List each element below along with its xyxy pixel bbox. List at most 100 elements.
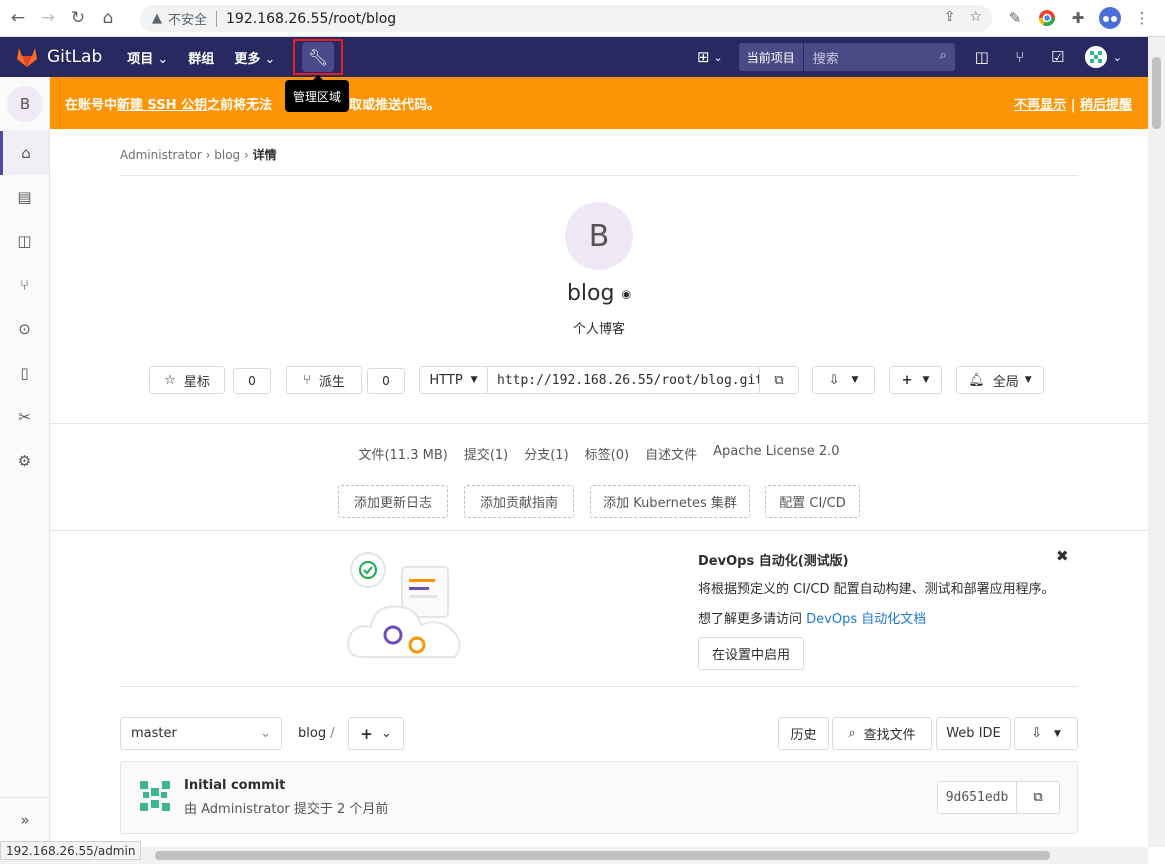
breadcrumb-project[interactable]: blog	[214, 148, 240, 162]
banner-text-prefix: 在账号中	[65, 97, 118, 113]
commit-sha[interactable]: 9d651edb	[937, 781, 1017, 814]
breadcrumb-chevron-icon: ›	[205, 148, 215, 162]
nav-projects[interactable]: 项目	[127, 48, 168, 67]
web-ide-button[interactable]: Web IDE	[936, 717, 1011, 750]
sidebar-snippets-icon[interactable]: ✂	[0, 395, 49, 439]
gitlab-logo[interactable]: GitLab	[15, 46, 102, 68]
sidebar-merge-requests-icon[interactable]: ⑂	[0, 263, 49, 307]
admin-area-tooltip: 管理区域	[285, 75, 350, 112]
back-icon[interactable]: ←	[6, 6, 30, 30]
stat-files[interactable]: 文件(11.3 MB)	[358, 444, 447, 463]
puzzle-icon[interactable]: ✚	[1067, 7, 1089, 29]
horizontal-scrollbar[interactable]	[0, 847, 1148, 864]
download-icon: ⇩	[828, 372, 840, 388]
nav-more[interactable]: 更多	[234, 48, 275, 67]
stat-branches[interactable]: 分支(1)	[524, 444, 568, 463]
fork-count[interactable]: 0	[367, 368, 405, 394]
sidebar-wiki-icon[interactable]: ▯	[0, 351, 49, 395]
wrench-icon[interactable]: 🔧︎	[302, 42, 334, 72]
todo-icon[interactable]: ☑	[1039, 48, 1077, 66]
setup-cicd-button[interactable]: 配置 CI/CD	[765, 485, 860, 518]
divider	[120, 686, 1078, 687]
new-dropdown[interactable]: ⊞ ⌄	[697, 48, 723, 66]
project-avatar: B	[565, 202, 633, 270]
reload-icon[interactable]: ↻	[66, 6, 90, 30]
star-count[interactable]: 0	[233, 368, 271, 394]
stat-readme[interactable]: 自述文件	[645, 444, 697, 463]
vertical-scroll-thumb[interactable]	[1152, 57, 1161, 129]
divider	[50, 423, 1148, 424]
last-commit-panel: Initial commit 由 Administrator 提交于 2 个月前…	[120, 761, 1078, 834]
fork-button[interactable]: ⑂ 派生	[286, 366, 362, 394]
search-scope: 当前项目	[738, 43, 803, 71]
issues-icon[interactable]: ◫	[963, 48, 1001, 66]
repo-path-root[interactable]: blog	[298, 726, 326, 741]
divider	[120, 175, 1078, 176]
home-icon[interactable]: ⌂	[96, 6, 120, 30]
sidebar-settings-icon[interactable]: ⚙	[0, 439, 49, 483]
vertical-scrollbar[interactable]	[1148, 37, 1165, 847]
devops-title: DevOps 自动化(测试版)	[698, 554, 849, 569]
remind-later-link[interactable]: 稍后提醒	[1080, 98, 1132, 113]
repo-add-dropdown[interactable]: + ⌄	[348, 717, 404, 750]
extension-icon[interactable]: ✎	[1004, 7, 1026, 29]
chrome-extension-icon[interactable]	[1036, 7, 1058, 29]
repo-download-dropdown[interactable]: ⇩ ▼	[1014, 717, 1078, 750]
commit-author-avatar[interactable]	[138, 779, 172, 813]
bookmark-star-icon[interactable]: ☆	[969, 9, 982, 25]
user-menu-chevron-icon[interactable]: ⌄	[1113, 51, 1122, 64]
caret-down-icon: ▼	[1053, 728, 1061, 739]
banner-text-tail: 拉取或推送代码。	[336, 97, 441, 113]
merge-request-icon[interactable]: ⑂	[1001, 48, 1039, 66]
horizontal-scroll-thumb[interactable]	[155, 851, 1050, 860]
star-button[interactable]: ☆ 星标	[149, 366, 225, 394]
copy-sha-icon[interactable]: ⧉	[1016, 781, 1060, 814]
sidebar-cicd-icon[interactable]: ⊙	[0, 307, 49, 351]
branch-select[interactable]: master ⌄	[120, 717, 282, 750]
menu-icon[interactable]: ⋮	[1131, 7, 1153, 29]
search-input[interactable]: 搜索 ⌕	[802, 43, 955, 71]
protocol-dropdown[interactable]: HTTP ▼	[419, 366, 488, 394]
add-dropdown[interactable]: + ▼	[889, 366, 942, 394]
project-description: 个人博客	[572, 322, 625, 337]
banner-text-suffix: 之前将无法	[207, 97, 273, 113]
devops-learn-prefix: 想了解更多请访问	[698, 612, 807, 627]
profile-icon[interactable]	[1099, 7, 1121, 29]
add-changelog-button[interactable]: 添加更新日志	[338, 485, 448, 518]
address-divider	[216, 10, 218, 27]
breadcrumb-owner[interactable]: Administrator	[120, 148, 202, 162]
collapse-sidebar-icon[interactable]: »	[0, 797, 50, 841]
user-avatar[interactable]	[1084, 46, 1107, 68]
branch-name: master	[131, 726, 177, 741]
sidebar-project-avatar[interactable]: B	[7, 86, 43, 122]
address-bar[interactable]: ▲ 不安全 192.168.26.55/root/blog ⇪ ☆	[140, 5, 992, 32]
add-kubernetes-button[interactable]: 添加 Kubernetes 集群	[590, 485, 750, 518]
dont-show-again-link[interactable]: 不再显示	[1014, 98, 1066, 113]
download-icon: ⇩	[1031, 726, 1042, 741]
stat-commits[interactable]: 提交(1)	[464, 444, 508, 463]
project-title: blog ◉	[50, 281, 1148, 306]
add-contributing-button[interactable]: 添加贡献指南	[464, 485, 574, 518]
sidebar-issues-icon[interactable]: ◫	[0, 219, 49, 263]
history-button[interactable]: 历史	[778, 717, 829, 750]
admin-area-highlight[interactable]: 🔧︎	[293, 39, 343, 75]
devops-docs-link[interactable]: DevOps 自动化文档	[806, 612, 926, 627]
breadcrumb-current: 详情	[252, 148, 277, 162]
sidebar-repository-icon[interactable]: ▤	[0, 175, 49, 219]
stat-tags[interactable]: 标签(0)	[585, 444, 629, 463]
forward-icon[interactable]: →	[36, 6, 60, 30]
nav-groups[interactable]: 群组	[188, 48, 214, 67]
close-icon[interactable]: ✖	[1056, 547, 1069, 565]
enable-in-settings-button[interactable]: 在设置中启用	[698, 637, 804, 670]
sidebar-home-icon[interactable]: ⌂	[0, 131, 49, 175]
commit-title[interactable]: Initial commit	[184, 778, 285, 793]
stat-license[interactable]: Apache License 2.0	[713, 444, 839, 463]
copy-url-icon[interactable]: ⧉	[759, 366, 799, 394]
notification-dropdown[interactable]: 🔔︎ 全局 ▼	[956, 366, 1044, 394]
search-box[interactable]: 当前项目 搜索 ⌕	[738, 43, 955, 71]
find-file-button[interactable]: ⌕ 查找文件	[832, 717, 932, 750]
download-dropdown[interactable]: ⇩ ▼	[812, 366, 875, 394]
clone-url-input[interactable]: http://192.168.26.55/root/blog.git	[487, 366, 760, 394]
share-icon[interactable]: ⇪	[944, 9, 956, 25]
new-ssh-key-link[interactable]: 新建 SSH 公钥	[117, 94, 207, 113]
